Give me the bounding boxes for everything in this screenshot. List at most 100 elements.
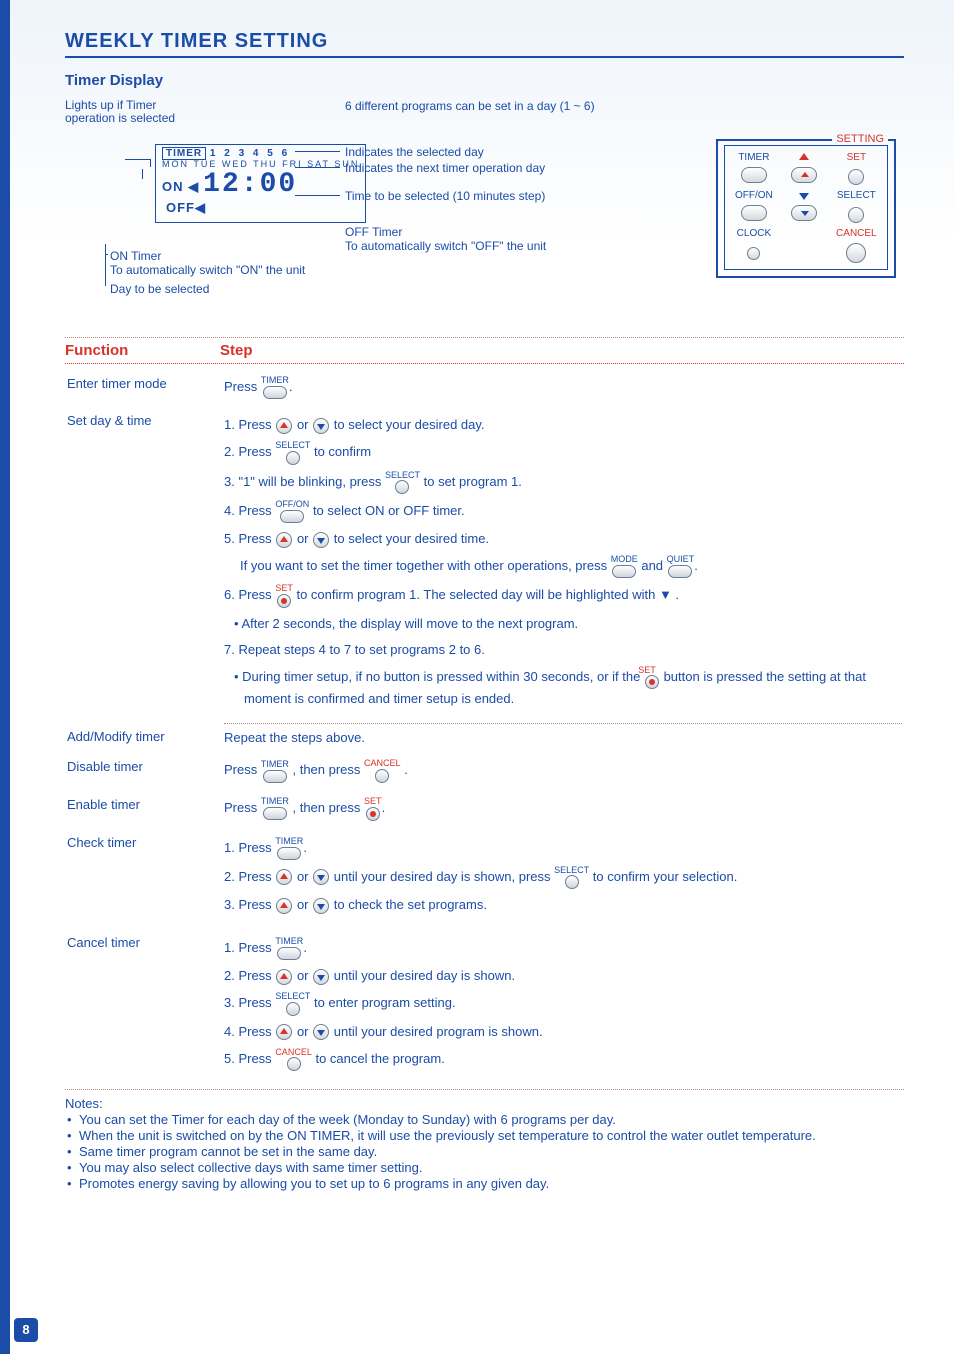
down-icon6 (313, 1024, 329, 1040)
page-number: 8 (14, 1318, 38, 1342)
panel-btn-set[interactable] (848, 169, 864, 185)
btn-select-inline: SELECT (275, 441, 310, 465)
panel-btn-select[interactable] (848, 207, 864, 223)
chk1: 1. Press (224, 840, 272, 855)
s2b: to confirm (314, 444, 371, 459)
header-function: Function (65, 342, 220, 359)
on-timer-desc: To automatically switch "ON" the unit (110, 263, 305, 277)
can4b: or (297, 1024, 309, 1039)
can2b: or (297, 968, 309, 983)
up-icon4 (276, 898, 292, 914)
s3b: to set program 1. (424, 474, 522, 489)
off-timer-desc: To automatically switch "OFF" the unit (345, 239, 546, 253)
panel-btn-offon[interactable] (741, 205, 767, 221)
note-5: Promotes energy saving by allowing you t… (65, 1176, 904, 1191)
panel-label-offon: OFF/ON (725, 188, 783, 203)
s1a: 1. Press (224, 417, 272, 432)
note-1: You can set the Timer for each day of th… (65, 1112, 904, 1127)
up-icon5 (276, 969, 292, 985)
s1b: or (297, 417, 309, 432)
row-cancel-label: Cancel timer (67, 929, 222, 1083)
up-icon6 (276, 1024, 292, 1040)
panel-btn-down[interactable] (791, 205, 817, 221)
callout-time-step: Time to be selected (10 minutes step) (345, 189, 545, 203)
s2a: 2. Press (224, 444, 272, 459)
s5a: 5. Press (224, 531, 272, 546)
enter-press: Press (224, 379, 257, 394)
s7a: 7. Repeat steps 4 to 7 to set programs 2… (224, 640, 902, 660)
chk2a: 2. Press (224, 869, 272, 884)
down-icon3 (313, 869, 329, 885)
setting-panel: SETTING TIMER SET OFF/ON SELECT (716, 139, 896, 278)
panel-btn-cancel[interactable] (846, 243, 866, 263)
can3a: 3. Press (224, 995, 272, 1010)
notes-title: Notes: (65, 1096, 904, 1111)
down-icon4 (313, 898, 329, 914)
down-icon (313, 418, 329, 434)
panel-btn-timer[interactable] (741, 167, 767, 183)
steps-table: Enter timer mode Press TIMER. Set day & … (65, 368, 904, 1085)
note-4: You may also select collective days with… (65, 1160, 904, 1175)
panel-label-timer: TIMER (725, 150, 783, 165)
s5d: If you want to set the timer together wi… (240, 558, 607, 573)
panel-label-clock: CLOCK (725, 226, 783, 241)
chk2b: or (297, 869, 309, 884)
s4b: to select ON or OFF timer. (313, 503, 465, 518)
btn-select-inline2: SELECT (385, 471, 420, 495)
up-icon3 (276, 869, 292, 885)
btn-timer-inline5: TIMER (275, 937, 303, 960)
notes-section: Notes: You can set the Timer for each da… (65, 1096, 904, 1191)
up-icon (276, 418, 292, 434)
btn-timer-inline4: TIMER (275, 837, 303, 860)
panel-btn-up[interactable] (791, 167, 817, 183)
s5e: and (641, 558, 663, 573)
lcd-panel: TIMER 1 2 3 4 5 6 MON TUE WED THU FRI SA… (155, 144, 366, 223)
side-stripe (0, 0, 10, 1354)
can3b: to enter program setting. (314, 995, 456, 1010)
btn-set-inline: SET (275, 584, 293, 608)
can2a: 2. Press (224, 968, 272, 983)
callout-indicates-selected: Indicates the selected day (345, 145, 484, 159)
callout-six-programs: 6 different programs can be set in a day… (345, 99, 595, 113)
s6c: • After 2 seconds, the display will move… (244, 614, 902, 634)
callout-indicates-next: Indicates the next timer operation day (345, 161, 545, 175)
lcd-time: 12:00 (203, 169, 297, 200)
on-timer-title: ON Timer (110, 249, 161, 263)
s3a: 3. "1" will be blinking, press (224, 474, 381, 489)
lcd-on-label: ON ◀ (162, 179, 199, 194)
s5b: or (297, 531, 309, 546)
en-b: , then press (292, 800, 360, 815)
row-enable-label: Enable timer (67, 791, 222, 827)
s1c: to select your desired day. (334, 417, 485, 432)
timer-display-subheading: Timer Display (65, 72, 904, 89)
btn-cancel-inline: CANCEL (364, 759, 401, 783)
btn-timer-inline2: TIMER (261, 760, 289, 783)
callout-day-selected: Day to be selected (110, 282, 209, 296)
lcd-off-label: OFF◀ (166, 200, 359, 216)
note-3: Same timer program cannot be set in the … (65, 1144, 904, 1159)
addmod-step: Repeat the steps above. (224, 723, 902, 751)
off-timer-title: OFF Timer (345, 225, 402, 239)
en-a: Press (224, 800, 257, 815)
callout-off-timer: OFF Timer To automatically switch "OFF" … (345, 225, 546, 253)
chk2c: until your desired day is shown, press (334, 869, 551, 884)
dis-a: Press (224, 763, 257, 778)
can1: 1. Press (224, 940, 272, 955)
chk2d: to confirm your selection. (593, 869, 738, 884)
panel-label-cancel: CANCEL (826, 226, 887, 241)
s4a: 4. Press (224, 503, 272, 518)
row-setday-label: Set day & time (67, 407, 222, 721)
btn-select-inline3: SELECT (554, 866, 589, 890)
table-header: Function Step (65, 338, 904, 364)
header-step: Step (220, 342, 904, 359)
s7b: • During timer setup, if no button is pr… (234, 669, 640, 684)
s6a: 6. Press (224, 588, 272, 603)
btn-select-inline4: SELECT (275, 992, 310, 1016)
lcd-program-numbers: 1 2 3 4 5 6 (210, 148, 290, 159)
chk3c: to check the set programs. (334, 897, 487, 912)
panel-label-select: SELECT (826, 188, 887, 203)
btn-mode-inline: MODE (611, 555, 638, 578)
s5c: to select your desired time. (334, 531, 489, 546)
panel-btn-clock[interactable] (747, 247, 760, 260)
page-title: WEEKLY TIMER SETTING (65, 30, 904, 58)
